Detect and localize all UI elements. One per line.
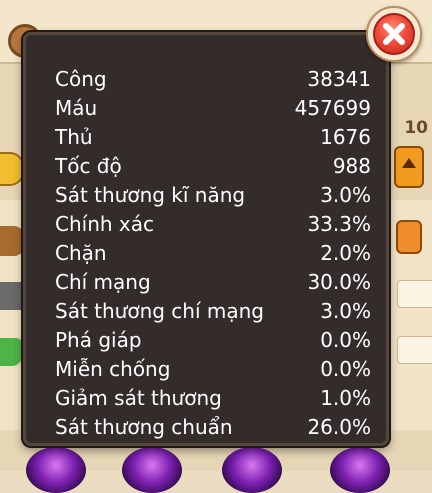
stat-label: Phá giáp	[55, 328, 142, 352]
stat-label: Chặn	[55, 241, 107, 265]
stat-value: 457699	[294, 96, 371, 120]
stat-row: Sát thương chuẩn 26.0%	[55, 413, 371, 442]
stat-label: Máu	[55, 96, 98, 120]
background-field	[397, 280, 432, 308]
stat-row: Sát thương chí mạng 3.0%	[55, 297, 371, 326]
stat-row: Công 38341	[55, 65, 371, 94]
skill-orb[interactable]	[222, 447, 282, 493]
stat-label: Thủ	[55, 125, 93, 149]
stat-row: Chặn 2.0%	[55, 239, 371, 268]
stat-label: Sát thương chí mạng	[55, 299, 265, 323]
stat-row: Thủ 1676	[55, 123, 371, 152]
stat-row: Tốc độ 988	[55, 152, 371, 181]
stat-label: Tốc độ	[55, 154, 122, 178]
close-button-face	[373, 13, 415, 55]
skill-orb[interactable]	[330, 447, 390, 493]
stat-row: Miễn chống 0.0%	[55, 355, 371, 384]
stat-value: 1.0%	[320, 386, 371, 410]
stat-value: 3.0%	[320, 183, 371, 207]
stat-value: 1676	[320, 125, 371, 149]
level-label: 10	[404, 118, 428, 138]
stat-label: Sát thương kĩ năng	[55, 183, 246, 207]
stat-value: 2.0%	[320, 241, 371, 265]
stat-list: Công 38341 Máu 457699 Thủ 1676 Tốc độ 988 Sát th…	[55, 65, 371, 442]
info-button[interactable]	[396, 220, 422, 254]
stat-value: 33.3%	[307, 212, 371, 236]
stat-label: Giảm sát thương	[55, 386, 222, 410]
upgrade-button[interactable]	[394, 146, 424, 188]
close-button[interactable]	[366, 6, 422, 62]
close-icon	[383, 23, 405, 45]
stat-row: Chí mạng 30.0%	[55, 268, 371, 297]
stat-value: 988	[332, 154, 371, 178]
skill-orbs	[0, 445, 432, 493]
stat-value: 3.0%	[320, 299, 371, 323]
stat-label: Công	[55, 67, 107, 91]
background-field	[397, 336, 432, 364]
stat-label: Chính xác	[55, 212, 154, 236]
stats-panel: Công 38341 Máu 457699 Thủ 1676 Tốc độ 988 Sát th…	[23, 32, 389, 446]
stat-row: Chính xác 33.3%	[55, 210, 371, 239]
stat-label: Chí mạng	[55, 270, 151, 294]
coin-icon	[0, 152, 24, 186]
stat-value: 38341	[307, 67, 371, 91]
stat-row: Máu 457699	[55, 94, 371, 123]
stat-value: 30.0%	[307, 270, 371, 294]
stat-value: 0.0%	[320, 328, 371, 352]
stat-row: Sát thương kĩ năng 3.0%	[55, 181, 371, 210]
stat-label: Miễn chống	[55, 357, 171, 381]
stat-value: 26.0%	[307, 415, 371, 439]
stat-row: Phá giáp 0.0%	[55, 326, 371, 355]
stat-value: 0.0%	[320, 357, 371, 381]
skill-orb[interactable]	[122, 447, 182, 493]
sword-icon	[0, 282, 22, 310]
armor-icon	[0, 338, 22, 366]
shield-icon	[0, 226, 24, 256]
skill-orb[interactable]	[26, 447, 86, 493]
stat-row: Giảm sát thương 1.0%	[55, 384, 371, 413]
stat-label: Sát thương chuẩn	[55, 415, 233, 439]
